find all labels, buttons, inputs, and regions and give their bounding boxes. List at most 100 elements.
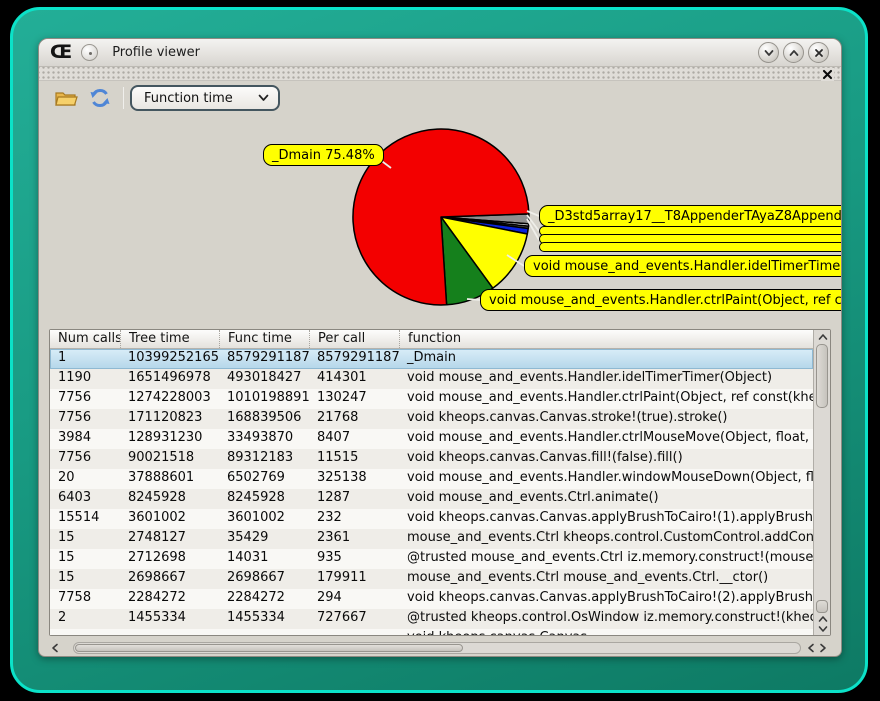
table-cell: 6502769 xyxy=(219,469,309,489)
table-cell: 325138 xyxy=(309,469,399,489)
table-cell: 8245928 xyxy=(219,489,309,509)
table-cell: 37888601 xyxy=(120,469,219,489)
table-cell: void mouse_and_events.Handler.ctrlMouseM… xyxy=(399,429,813,449)
table-cell xyxy=(219,629,309,635)
pie-label-appender: _D3std5array17__T8AppenderTAyaZ8Appender… xyxy=(539,205,842,227)
header-per-call[interactable]: Per call xyxy=(309,330,399,348)
table-cell: 7756 xyxy=(50,449,120,469)
table-row[interactable]: 7756900215188931218311515void kheops.can… xyxy=(50,449,813,469)
table-cell: 2284272 xyxy=(219,589,309,609)
scroll-right-button[interactable] xyxy=(817,641,829,655)
table-cell: 2748127 xyxy=(120,529,219,549)
table-cell: 15514 xyxy=(50,509,120,529)
table-cell: 935 xyxy=(309,549,399,569)
table-cell: void kheops.canvas.Canvas.fill!(false).f… xyxy=(399,449,813,469)
table-cell: 2284272 xyxy=(120,589,219,609)
table-cell: 2698667 xyxy=(219,569,309,589)
table-cell: void mouse_and_events.Handler.ctrlPaint(… xyxy=(399,389,813,409)
table-row[interactable]: 11901651496978493018427414301void mouse_… xyxy=(50,369,813,389)
header-num-calls[interactable]: Num calls xyxy=(50,330,120,348)
table-cell: 1287 xyxy=(309,489,399,509)
chevron-right-icon xyxy=(819,643,827,653)
table-cell: 21768 xyxy=(309,409,399,429)
table-row[interactable]: 11039925216585792911878579291187_Dmain xyxy=(50,349,813,369)
vertical-scroll-endcap[interactable] xyxy=(816,600,828,613)
table-row[interactable]: 1526986672698667179911mouse_and_events.C… xyxy=(50,569,813,589)
table-cell: @trusted mouse_and_events.Ctrl iz.memory… xyxy=(399,549,813,569)
scroll-down-button[interactable] xyxy=(816,623,829,635)
table-row[interactable]: 3984128931230334938708407void mouse_and_… xyxy=(50,429,813,449)
table-cell: mouse_and_events.Ctrl mouse_and_events.C… xyxy=(399,569,813,589)
table-cell: 8579291187 xyxy=(219,349,309,369)
header-function[interactable]: function xyxy=(399,330,813,348)
table-cell: 14031 xyxy=(219,549,309,569)
table-row[interactable]: 775612742280031010198891130247void mouse… xyxy=(50,389,813,409)
profile-viewer-window: Œ Profile viewer xyxy=(38,38,842,657)
table-cell: 7758 xyxy=(50,589,120,609)
table-cell: 3601002 xyxy=(120,509,219,529)
chevron-up-icon xyxy=(818,333,828,341)
table-row[interactable]: 775822842722284272294void kheops.canvas.… xyxy=(50,589,813,609)
table-row[interactable]: 1551436010023601002232void kheops.canvas… xyxy=(50,509,813,529)
table-cell: 2 xyxy=(50,609,120,629)
table-cell: 2361 xyxy=(309,529,399,549)
table-cell: 7756 xyxy=(50,389,120,409)
table-cell: 294 xyxy=(309,589,399,609)
scroll-up-button[interactable] xyxy=(816,331,829,343)
scroll-left-button[interactable] xyxy=(49,641,61,655)
table-cell: 89312183 xyxy=(219,449,309,469)
table-row[interactable]: 20378886016502769325138void mouse_and_ev… xyxy=(50,469,813,489)
table-cell: 3601002 xyxy=(219,509,309,529)
table-row[interactable]: 214553341455334727667@trusted kheops.con… xyxy=(50,609,813,629)
table-cell: 1190 xyxy=(50,369,120,389)
vertical-scrollbar[interactable] xyxy=(813,330,830,635)
table-cell: 128931230 xyxy=(120,429,219,449)
horizontal-scroll-thumb[interactable] xyxy=(75,644,463,652)
table-cell: 727667 xyxy=(309,609,399,629)
table-cell xyxy=(50,629,120,635)
table-row[interactable]: 152748127354292361mouse_and_events.Ctrl … xyxy=(50,529,813,549)
table-cell: 6403 xyxy=(50,489,120,509)
table-body: 11039925216585792911878579291187_Dmain11… xyxy=(50,349,813,635)
table-cell xyxy=(309,629,399,635)
table-cell: 1274228003 xyxy=(120,389,219,409)
horizontal-scrollbar[interactable] xyxy=(49,640,831,656)
table-row[interactable]: 15271269814031935@trusted mouse_and_even… xyxy=(50,549,813,569)
table-cell: void kheops.canvas.Canvas.stroke!(true).… xyxy=(399,409,813,429)
table-cell: 3984 xyxy=(50,429,120,449)
table-cell: 15 xyxy=(50,549,120,569)
pie-chart[interactable] xyxy=(39,39,842,331)
table-cell: 1 xyxy=(50,349,120,369)
chevron-left-icon xyxy=(51,643,59,653)
table-cell: 90021518 xyxy=(120,449,219,469)
table-cell: 8407 xyxy=(309,429,399,449)
table-cell: 1651496978 xyxy=(120,369,219,389)
pie-label-stacked-3 xyxy=(539,242,842,252)
table-row[interactable]: 6403824592882459281287void mouse_and_eve… xyxy=(50,489,813,509)
chevron-left-icon xyxy=(807,643,815,653)
table-cell: 171120823 xyxy=(120,409,219,429)
table-row[interactable]: 775617112082316883950621768void kheops.c… xyxy=(50,409,813,429)
table-cell: 414301 xyxy=(309,369,399,389)
chevron-down-icon xyxy=(818,625,828,633)
table-cell: 2712698 xyxy=(120,549,219,569)
table-cell: 15 xyxy=(50,529,120,549)
table-cell: 20 xyxy=(50,469,120,489)
header-tree-time[interactable]: Tree time xyxy=(120,330,219,348)
table-cell: mouse_and_events.Ctrl kheops.control.Cus… xyxy=(399,529,813,549)
profile-table: Num calls Tree time Func time Per call f… xyxy=(49,329,831,636)
vertical-scroll-thumb[interactable] xyxy=(816,344,828,408)
table-cell: 130247 xyxy=(309,389,399,409)
table-cell: 1455334 xyxy=(120,609,219,629)
table-row[interactable]: void kheops.canvas.Canvas xyxy=(50,629,813,635)
scroll-left-button-2[interactable] xyxy=(805,641,817,655)
table-cell: 493018427 xyxy=(219,369,309,389)
table-cell: void mouse_and_events.Handler.windowMous… xyxy=(399,469,813,489)
header-func-time[interactable]: Func time xyxy=(219,330,309,348)
table-cell: @trusted kheops.control.OsWindow iz.memo… xyxy=(399,609,813,629)
table-cell: 8245928 xyxy=(120,489,219,509)
table-cell: 168839506 xyxy=(219,409,309,429)
table-cell: 8579291187 xyxy=(309,349,399,369)
horizontal-scroll-track[interactable] xyxy=(73,642,801,654)
table-cell: _Dmain xyxy=(399,349,813,369)
